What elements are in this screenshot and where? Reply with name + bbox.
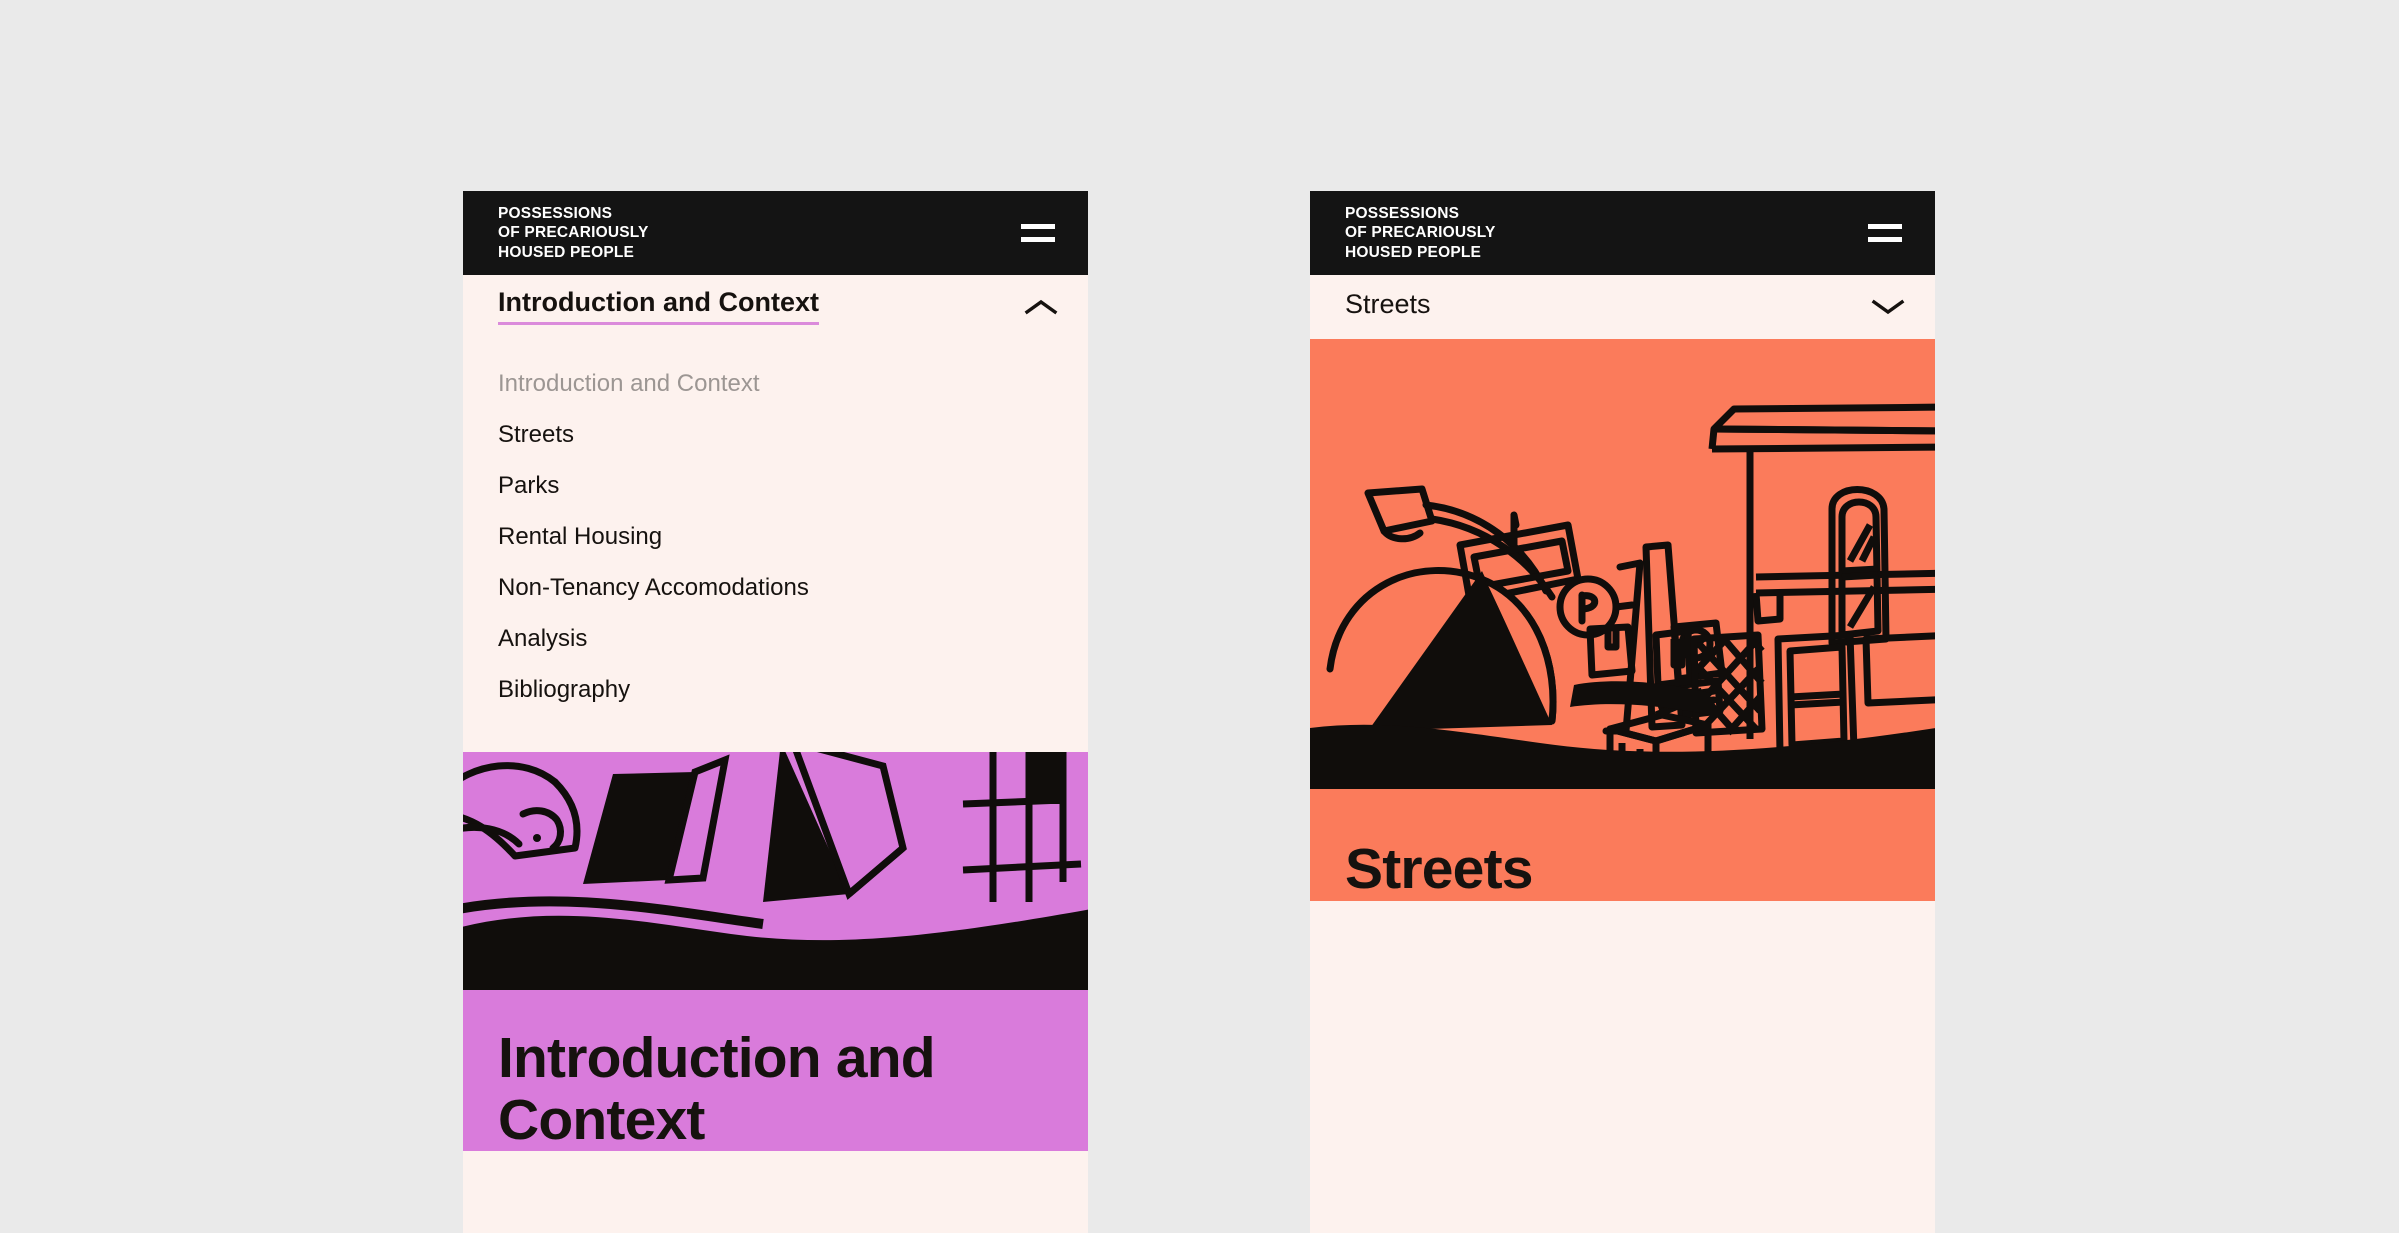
hero-title-wrap-right: Streets [1310, 789, 1935, 901]
app-header-left: POSSESSIONS OF PRECARIOUSLY HOUSED PEOPL… [463, 191, 1088, 275]
dropdown-item-analysis[interactable]: Analysis [463, 614, 1088, 665]
dropdown-item-streets[interactable]: Streets [463, 410, 1088, 461]
section-dropdown-trigger-left[interactable]: Introduction and Context [463, 275, 1088, 339]
site-title-right: POSSESSIONS OF PRECARIOUSLY HOUSED PEOPL… [1345, 205, 1496, 261]
hamburger-icon[interactable] [1868, 224, 1902, 242]
hamburger-bar-top [1021, 224, 1055, 229]
hamburger-bar-top [1868, 224, 1902, 229]
dropdown-item-parks[interactable]: Parks [463, 461, 1088, 512]
page-title-right: Streets [1345, 837, 1533, 901]
dropdown-item-bibliography[interactable]: Bibliography [463, 665, 1088, 716]
section-dropdown-panel-left: Introduction and Context Streets Parks R… [463, 339, 1088, 752]
dropdown-item-non-tenancy-accomodations[interactable]: Non-Tenancy Accomodations [463, 563, 1088, 614]
chevron-down-icon[interactable] [1871, 297, 1905, 317]
dropdown-item-rental-housing[interactable]: Rental Housing [463, 512, 1088, 563]
street-scene-tent-streetlamp-storefront-illustration [1310, 339, 1935, 789]
site-title-left: POSSESSIONS OF PRECARIOUSLY HOUSED PEOPL… [498, 205, 649, 261]
hamburger-bar-bottom [1868, 237, 1902, 242]
page-title-left: Introduction and Context [498, 1026, 936, 1152]
dropdown-item-introduction-and-context: Introduction and Context [498, 370, 760, 397]
screenshot-canvas: POSSESSIONS OF PRECARIOUSLY HOUSED PEOPL… [0, 0, 2399, 1233]
chevron-up-icon[interactable] [1024, 297, 1058, 317]
app-header-right: POSSESSIONS OF PRECARIOUSLY HOUSED PEOPL… [1310, 191, 1935, 275]
section-dropdown-selected-left: Introduction and Context [498, 289, 819, 325]
tents-and-belongings-illustration [463, 752, 1088, 990]
hero-section-right: Streets [1310, 339, 1935, 901]
section-dropdown-selected-right: Streets [1345, 288, 1431, 319]
phone-mockup-left: POSSESSIONS OF PRECARIOUSLY HOUSED PEOPL… [463, 191, 1088, 1233]
phone-mockup-right: POSSESSIONS OF PRECARIOUSLY HOUSED PEOPL… [1310, 191, 1935, 1233]
hero-title-wrap-left: Introduction and Context [463, 990, 1088, 1151]
section-dropdown-trigger-right[interactable]: Streets [1310, 275, 1935, 339]
hero-section-left: Introduction and Context [463, 752, 1088, 1152]
hamburger-icon[interactable] [1021, 224, 1055, 242]
hamburger-bar-bottom [1021, 237, 1055, 242]
